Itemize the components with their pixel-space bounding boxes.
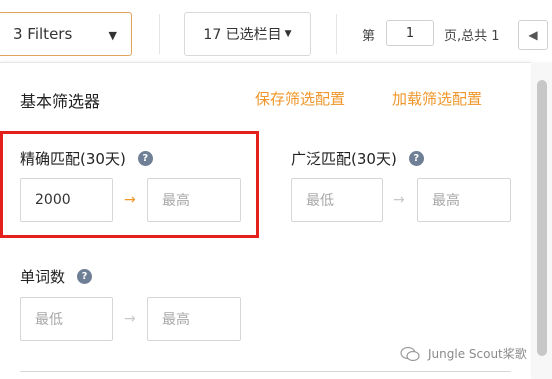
columns-button[interactable]: 17 已选栏目 ▼ xyxy=(184,12,311,56)
word-count-max-input[interactable]: 最高 xyxy=(147,297,241,341)
arrow-right-icon: → xyxy=(393,192,405,208)
columns-button-label: 17 已选栏目 xyxy=(203,27,282,43)
save-filter-config-link[interactable]: 保存筛选配置 xyxy=(255,88,345,109)
filters-dropdown-label: 3 Filters xyxy=(13,25,73,43)
divider xyxy=(336,14,337,54)
arrow-right-icon: → xyxy=(124,311,136,327)
prev-page-button[interactable]: ◀ xyxy=(518,20,548,50)
word-count-label: 单词数 ? xyxy=(20,266,93,287)
broad-match-title: 广泛匹配(30天) xyxy=(291,150,397,168)
page-prefix: 第 xyxy=(362,29,376,44)
wechat-icon xyxy=(400,346,420,361)
filters-dropdown[interactable]: 3 Filters ▼ xyxy=(0,12,132,56)
scrollbar-thumb[interactable] xyxy=(537,80,547,356)
broad-match-label: 广泛匹配(30天) ? xyxy=(291,148,424,169)
word-count-min-input[interactable]: 最低 xyxy=(20,297,113,341)
toolbar: 3 Filters ▼ 17 已选栏目 ▼ 第 页,总共 1 ◀ xyxy=(0,0,552,62)
panel-title: 基本筛选器 xyxy=(20,92,101,111)
broad-match-min-input[interactable]: 最低 xyxy=(291,178,383,222)
page-number-input[interactable] xyxy=(386,20,434,46)
divider xyxy=(159,14,160,54)
arrow-left-icon: ◀ xyxy=(528,28,538,42)
page-total: 页,总共 1 xyxy=(444,29,500,44)
highlight-box xyxy=(0,131,259,238)
help-icon[interactable]: ? xyxy=(408,151,424,166)
watermark-text: Jungle Scout桨歌 xyxy=(428,347,527,361)
watermark: Jungle Scout桨歌 xyxy=(400,345,527,362)
chevron-down-icon: ▼ xyxy=(108,29,117,42)
load-filter-config-link[interactable]: 加载筛选配置 xyxy=(392,88,482,109)
broad-match-max-input[interactable]: 最高 xyxy=(417,178,511,222)
divider xyxy=(20,371,511,372)
help-icon[interactable]: ? xyxy=(77,269,93,284)
word-count-title: 单词数 xyxy=(20,268,66,286)
chevron-down-icon: ▼ xyxy=(284,29,292,39)
